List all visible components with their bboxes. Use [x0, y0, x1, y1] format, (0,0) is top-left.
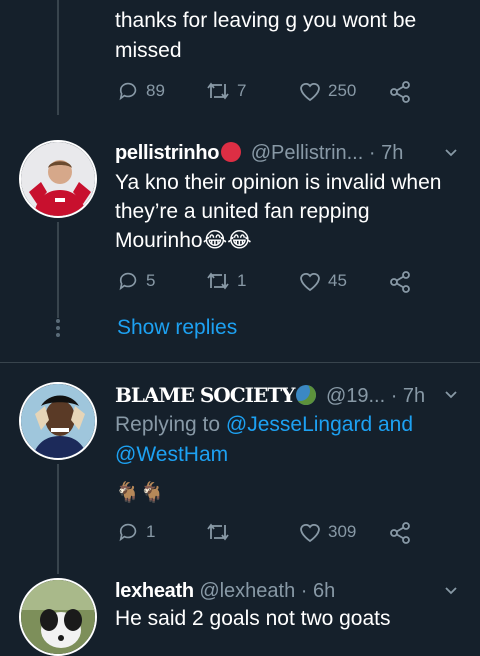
like-count: 45 [328, 271, 347, 290]
retweet-button[interactable]: 1 [205, 270, 246, 292]
like-count: 309 [328, 522, 357, 541]
like-button[interactable]: 250 [298, 80, 356, 102]
reply-button[interactable]: 5 [118, 270, 155, 292]
handle[interactable]: @19... [326, 385, 385, 407]
reply-count: 1 [146, 522, 156, 541]
reply-icon [119, 82, 137, 101]
like-button[interactable]: 309 [298, 521, 356, 543]
red-circle-icon [221, 142, 242, 162]
replying-to: Replying to @JesseLingard and [115, 413, 414, 436]
retweet-icon [207, 523, 229, 541]
goat-emoji: 🐐🐐 [115, 482, 165, 504]
avatar[interactable] [19, 140, 97, 218]
reply-button[interactable]: 89 [118, 80, 165, 102]
like-button[interactable]: 45 [298, 270, 347, 292]
show-replies-link[interactable]: Show replies [117, 316, 237, 340]
heart-icon [300, 524, 320, 543]
handle[interactable]: @lexheath [199, 580, 295, 602]
tweet-text: they’re a united fan repping [115, 200, 370, 223]
heart-icon [300, 83, 320, 102]
reply-icon [119, 523, 137, 542]
chevron-down-icon[interactable] [444, 584, 458, 598]
thread-line [57, 222, 59, 318]
like-count: 250 [328, 81, 357, 100]
reply-button[interactable]: 1 [118, 521, 155, 543]
retweet-button[interactable]: 7 [205, 80, 246, 102]
chevron-down-icon[interactable] [444, 388, 458, 402]
share-button[interactable] [388, 521, 412, 545]
replying-to: @WestHam [115, 440, 228, 470]
globe-icon [296, 385, 317, 405]
timestamp[interactable]: · 7h [391, 385, 425, 407]
retweet-icon [207, 272, 229, 290]
avatar[interactable] [19, 382, 97, 460]
reply-count: 89 [146, 81, 165, 100]
thread-line [57, 464, 59, 574]
share-icon [390, 522, 410, 544]
timestamp[interactable]: · 6h [301, 580, 335, 602]
more-replies-dots [56, 319, 60, 340]
display-name[interactable]: BLAME SOCIETY [115, 383, 295, 407]
divider [0, 362, 480, 363]
tweet-text: Ya kno their opinion is invalid when [115, 171, 442, 194]
display-name[interactable]: lexheath [115, 580, 194, 602]
reply-count: 5 [146, 271, 156, 290]
laughing-emoji: 😂😂 [202, 229, 252, 252]
mention-link[interactable]: @JesseLingard [226, 413, 372, 436]
heart-icon [300, 273, 320, 292]
handle[interactable]: @Pellistrin... [251, 142, 364, 164]
chevron-down-icon[interactable] [444, 146, 458, 160]
thread-line [57, 0, 59, 115]
retweet-count: 1 [237, 271, 247, 290]
tweet-text: He said 2 goals not two goats [115, 607, 391, 630]
tweet-header: BLAME SOCIETY @19... · 7h [115, 382, 425, 409]
retweet-icon [207, 82, 229, 100]
avatar[interactable] [19, 578, 97, 656]
tweet-text: missed [115, 39, 182, 62]
share-button[interactable] [388, 270, 412, 294]
share-button[interactable] [388, 80, 412, 104]
tweet-text: Mourinho😂😂 [115, 229, 252, 252]
retweet-count: 7 [237, 81, 247, 100]
retweet-button[interactable] [205, 521, 237, 543]
share-icon [390, 81, 410, 103]
share-icon [390, 271, 410, 293]
display-name[interactable]: pellistrinho [115, 142, 219, 164]
tweet-header: lexheath @lexheath · 6h [115, 578, 335, 604]
tweet-header: pellistrinho @Pellistrin... · 7h [115, 140, 403, 166]
reply-icon [119, 272, 137, 291]
tweet-text: thanks for leaving g you wont be [115, 9, 417, 32]
timestamp[interactable]: · 7h [369, 142, 403, 164]
mention-link[interactable]: @WestHam [115, 443, 228, 466]
